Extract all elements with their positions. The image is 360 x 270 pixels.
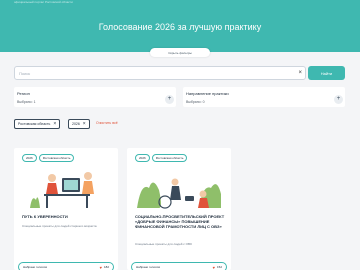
heart-icon[interactable]: ♥ — [100, 265, 102, 270]
seniors-computer-illustration — [30, 172, 94, 208]
find-button[interactable]: Найти — [308, 66, 345, 80]
page-title: Голосование 2026 за лучшую практику — [98, 22, 262, 32]
filter-value: Выбрано: 1 — [17, 100, 36, 104]
plus-icon[interactable]: + — [334, 95, 343, 104]
vote-count[interactable]: ♥ 152 — [213, 265, 222, 270]
heart-icon[interactable]: ♥ — [213, 265, 215, 270]
close-icon[interactable]: × — [83, 121, 86, 127]
hide-filters-button[interactable]: Скрыть фильтры — [150, 48, 210, 57]
chip-label: Ростовская область — [18, 122, 51, 126]
vote-number: 152 — [216, 265, 222, 269]
hero-banner: официальный портал Ростовской области Го… — [0, 0, 360, 52]
close-icon[interactable]: × — [298, 69, 302, 78]
vote-number: 182 — [103, 265, 109, 269]
chip-label: 2026 — [72, 122, 80, 126]
region-tag: Ростовская область — [151, 154, 188, 162]
vote-label: Набрано голосов — [136, 265, 160, 269]
card-title: СОЦИАЛЬНО-ПРОСВЕТИТЕЛЬСКИЙ ПРОЕКТ «ДОБРЫ… — [135, 214, 225, 229]
card-title: ПУТЬ К УВЕРЕННОСТИ — [22, 214, 68, 219]
filter-chip-region: Ростовская область × — [14, 119, 61, 129]
plus-icon[interactable]: + — [165, 95, 174, 104]
card-tags: 2026 Ростовская область — [135, 154, 188, 162]
filter-label: Регион — [17, 91, 30, 96]
hero-top-text: официальный портал Ростовской области — [14, 0, 73, 4]
vote-count[interactable]: ♥ 182 — [100, 265, 109, 270]
filter-direction[interactable]: Направление практики Выбрано: 0 + — [183, 87, 345, 107]
search-box: × — [14, 66, 306, 80]
filter-chip-year: 2026 × — [68, 119, 90, 129]
vote-bar[interactable]: Набрано голосов ♥ 182 — [18, 262, 114, 270]
park-people-illustration — [137, 178, 221, 209]
year-tag: 2026 — [135, 154, 150, 162]
region-tag: Ростовская область — [38, 154, 75, 162]
vote-label: Набрано голосов — [23, 265, 47, 269]
vote-bar[interactable]: Набрано голосов ♥ 152 — [131, 262, 227, 270]
clear-all-link[interactable]: Очистить всё — [96, 121, 118, 125]
card-description: Специальные проекты для людей с ОВЗ — [135, 242, 192, 246]
close-icon[interactable]: × — [53, 121, 56, 127]
practice-card[interactable]: 2026 Ростовская область СОЦИАЛЬНО-ПРОСВЕ… — [127, 148, 231, 270]
filter-label: Направление практики — [186, 91, 229, 96]
card-tags: 2026 Ростовская область — [22, 154, 75, 162]
year-tag: 2026 — [22, 154, 37, 162]
filter-region[interactable]: Регион Выбрано: 1 + — [14, 87, 176, 107]
search-input[interactable] — [19, 69, 289, 78]
card-description: Специальные проекты для людей старшего в… — [22, 224, 97, 228]
filter-value: Выбрано: 0 — [186, 100, 205, 104]
practice-card[interactable]: 2026 Ростовская область ПУТЬ К УВЕРЕННОС… — [14, 148, 118, 270]
